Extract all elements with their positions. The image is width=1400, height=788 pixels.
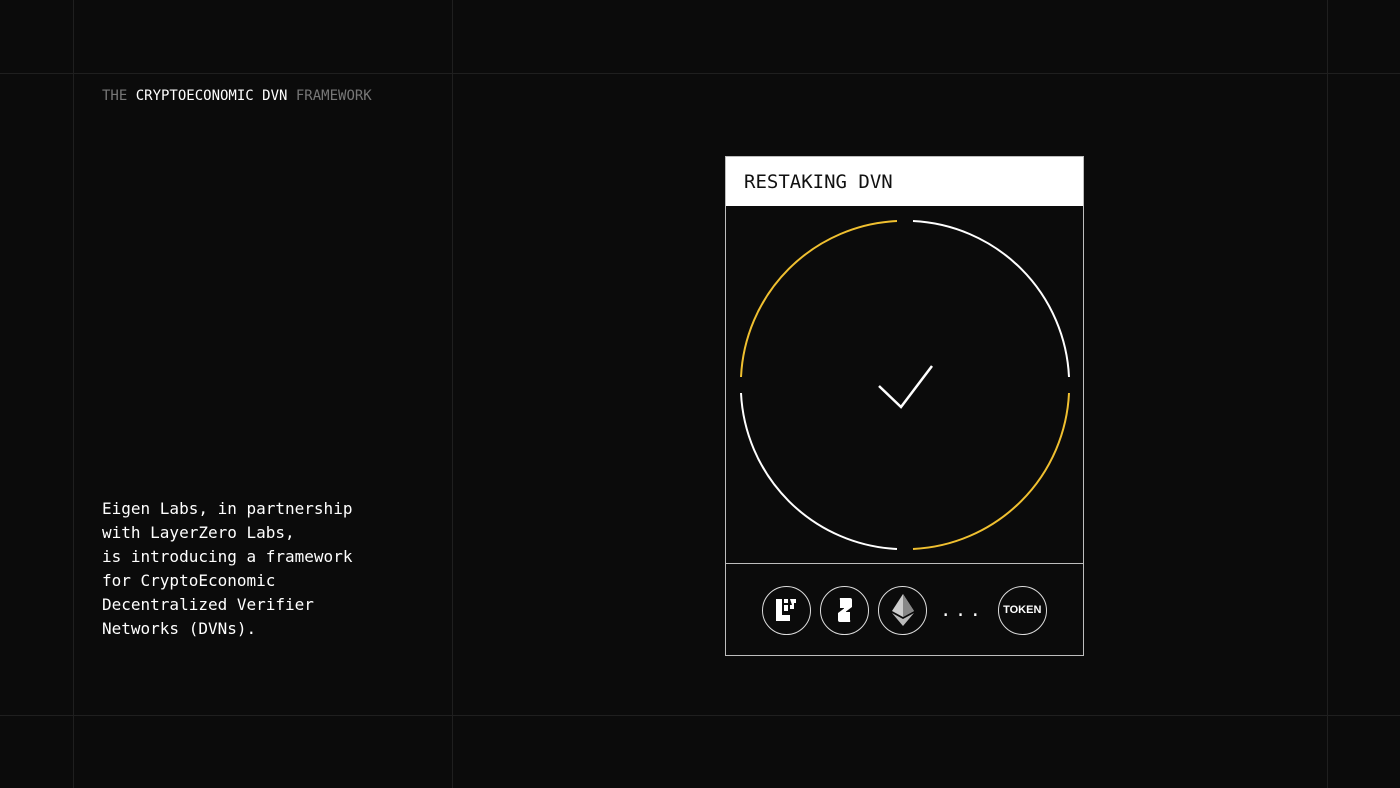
more-tokens-ellipsis: ... [940, 599, 985, 621]
grid-line [0, 715, 1400, 716]
eigenlayer-logo-icon [762, 585, 812, 635]
grid-line [1327, 0, 1328, 788]
layerzero-logo-icon [820, 585, 870, 635]
verification-graphic [726, 206, 1083, 563]
ethereum-logo-icon [878, 585, 928, 635]
card-title: RESTAKING DVN [726, 157, 1083, 206]
grid-line [73, 0, 74, 788]
section-eyebrow: THE CRYPTOECONOMIC DVN FRAMEWORK [102, 88, 372, 104]
token-badge: TOKEN [997, 585, 1047, 635]
arc-top-right [912, 220, 1070, 378]
restaking-dvn-card: RESTAKING DVN ... TOKEN [725, 156, 1084, 656]
description-text: Eigen Labs, in partnership with LayerZer… [102, 499, 353, 638]
arc-top-left [740, 220, 898, 378]
token-row: ... TOKEN [726, 563, 1083, 656]
grid-line [452, 0, 453, 788]
grid-line [0, 73, 1400, 74]
arc-bottom-right [912, 392, 1070, 550]
arc-bottom-left [740, 392, 898, 550]
checkmark-icon [878, 365, 933, 409]
